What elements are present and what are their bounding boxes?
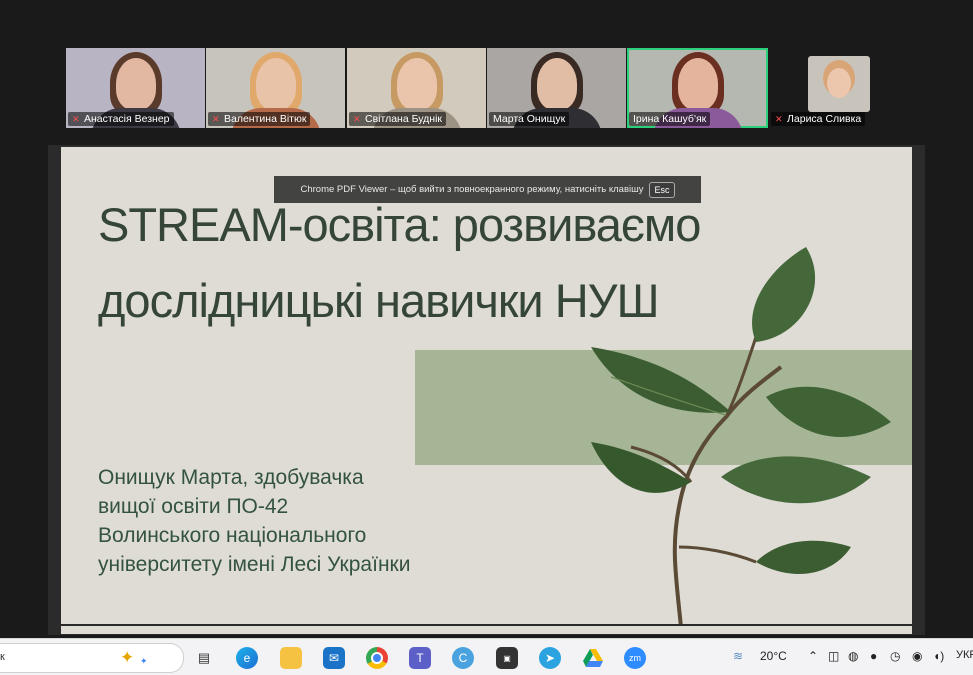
google-drive-icon[interactable] (582, 647, 604, 669)
participant-name-tag: ✕ Світлана Буднік (349, 112, 447, 126)
participant-tile[interactable]: ✕ Лариса Сливка (771, 48, 871, 128)
zoom-icon[interactable]: zm (624, 647, 646, 669)
esc-key-hint: Esc (649, 181, 675, 198)
language-indicator[interactable]: УКР (956, 649, 973, 661)
participant-name: Валентина Вітюк (224, 113, 307, 125)
taskbar-search-input[interactable]: к ✦ ✦ (0, 643, 184, 673)
participant-name-tag: ✕ Валентина Вітюк (208, 112, 311, 126)
copilot-icon[interactable]: ✦ (120, 648, 134, 668)
tray-app-icon[interactable]: ◷ (890, 649, 900, 663)
sparkle-icon: ✦ (140, 656, 148, 666)
participant-name-tag: Марта Онищук (489, 112, 570, 126)
outlook-icon[interactable]: ✉ (323, 647, 345, 669)
teams-icon[interactable]: T (409, 647, 431, 669)
mic-muted-icon: ✕ (353, 113, 361, 124)
slide-title: STREAM-освіта: розвиваємо дослідницькі н… (98, 198, 701, 327)
participant-tile[interactable]: ✕ Анастасія Везнер (66, 48, 205, 128)
participant-tile[interactable]: Марта Онищук (487, 48, 626, 128)
participant-name-tag: Ірина Кашуб'як (629, 112, 711, 126)
tray-app-icon[interactable]: ◫ (828, 649, 839, 663)
task-view-icon[interactable]: ▤ (193, 647, 215, 669)
participant-name-tag: ✕ Лариса Сливка (771, 112, 866, 126)
author-line: вищої освіти ПО-42 (98, 495, 289, 518)
author-line: Онищук Марта, здобувачка (98, 466, 364, 489)
fullscreen-exit-toast: Chrome PDF Viewer – щоб вийти з повноекр… (274, 176, 701, 203)
tray-app-icon[interactable]: ◍ (848, 649, 858, 663)
participant-name: Лариса Сливка (787, 113, 862, 125)
slide-author: Онищук Марта, здобувачка вищої освіти ПО… (98, 463, 518, 579)
participant-name: Марта Онищук (493, 113, 566, 125)
participant-tile-active-speaker[interactable]: Ірина Кашуб'як (627, 48, 768, 128)
microphone-icon[interactable]: ● (870, 649, 877, 663)
windows-taskbar: к ✦ ✦ ▤ e ✉ T C ▣ ➤ zm ≋ 20°C ⌃ ◫ ◍ ● ◷ … (0, 638, 973, 675)
mic-muted-icon: ✕ (775, 113, 783, 124)
participant-video (808, 56, 870, 112)
presentation-slide: STREAM-освіта: розвиваємо дослідницькі н… (61, 147, 912, 624)
chrome-icon[interactable] (366, 647, 388, 669)
author-line: університету імені Лесі Українки (98, 553, 411, 576)
file-explorer-icon[interactable] (280, 647, 302, 669)
telegram-icon[interactable]: ➤ (539, 647, 561, 669)
participant-name-tag: ✕ Анастасія Везнер (68, 112, 174, 126)
volume-icon[interactable]: ◖) (933, 649, 944, 663)
toast-message: Chrome PDF Viewer – щоб вийти з повноекр… (300, 184, 644, 195)
participant-tile[interactable]: ✕ Світлана Буднік (347, 48, 486, 128)
search-text: к (0, 651, 5, 663)
author-line: Волинського національного (98, 524, 367, 547)
participant-name: Анастасія Везнер (84, 113, 170, 125)
weather-icon[interactable]: ≋ (733, 649, 743, 663)
edge-icon[interactable]: e (236, 647, 258, 669)
next-slide-edge (61, 626, 912, 634)
ccleaner-icon[interactable]: C (452, 647, 474, 669)
participant-strip: ✕ Анастасія Везнер ✕ Валентина Вітюк ✕ Світ… (66, 48, 871, 128)
participant-name: Світлана Буднік (365, 113, 443, 125)
temperature[interactable]: 20°C (760, 649, 787, 663)
network-icon[interactable]: ◉ (912, 649, 922, 663)
mic-muted-icon: ✕ (72, 113, 80, 124)
mirillis-icon[interactable]: ▣ (496, 647, 518, 669)
mic-muted-icon: ✕ (212, 113, 220, 124)
participant-name: Ірина Кашуб'як (633, 113, 707, 125)
chevron-up-icon[interactable]: ⌃ (808, 649, 818, 663)
participant-tile[interactable]: ✕ Валентина Вітюк (206, 48, 345, 128)
